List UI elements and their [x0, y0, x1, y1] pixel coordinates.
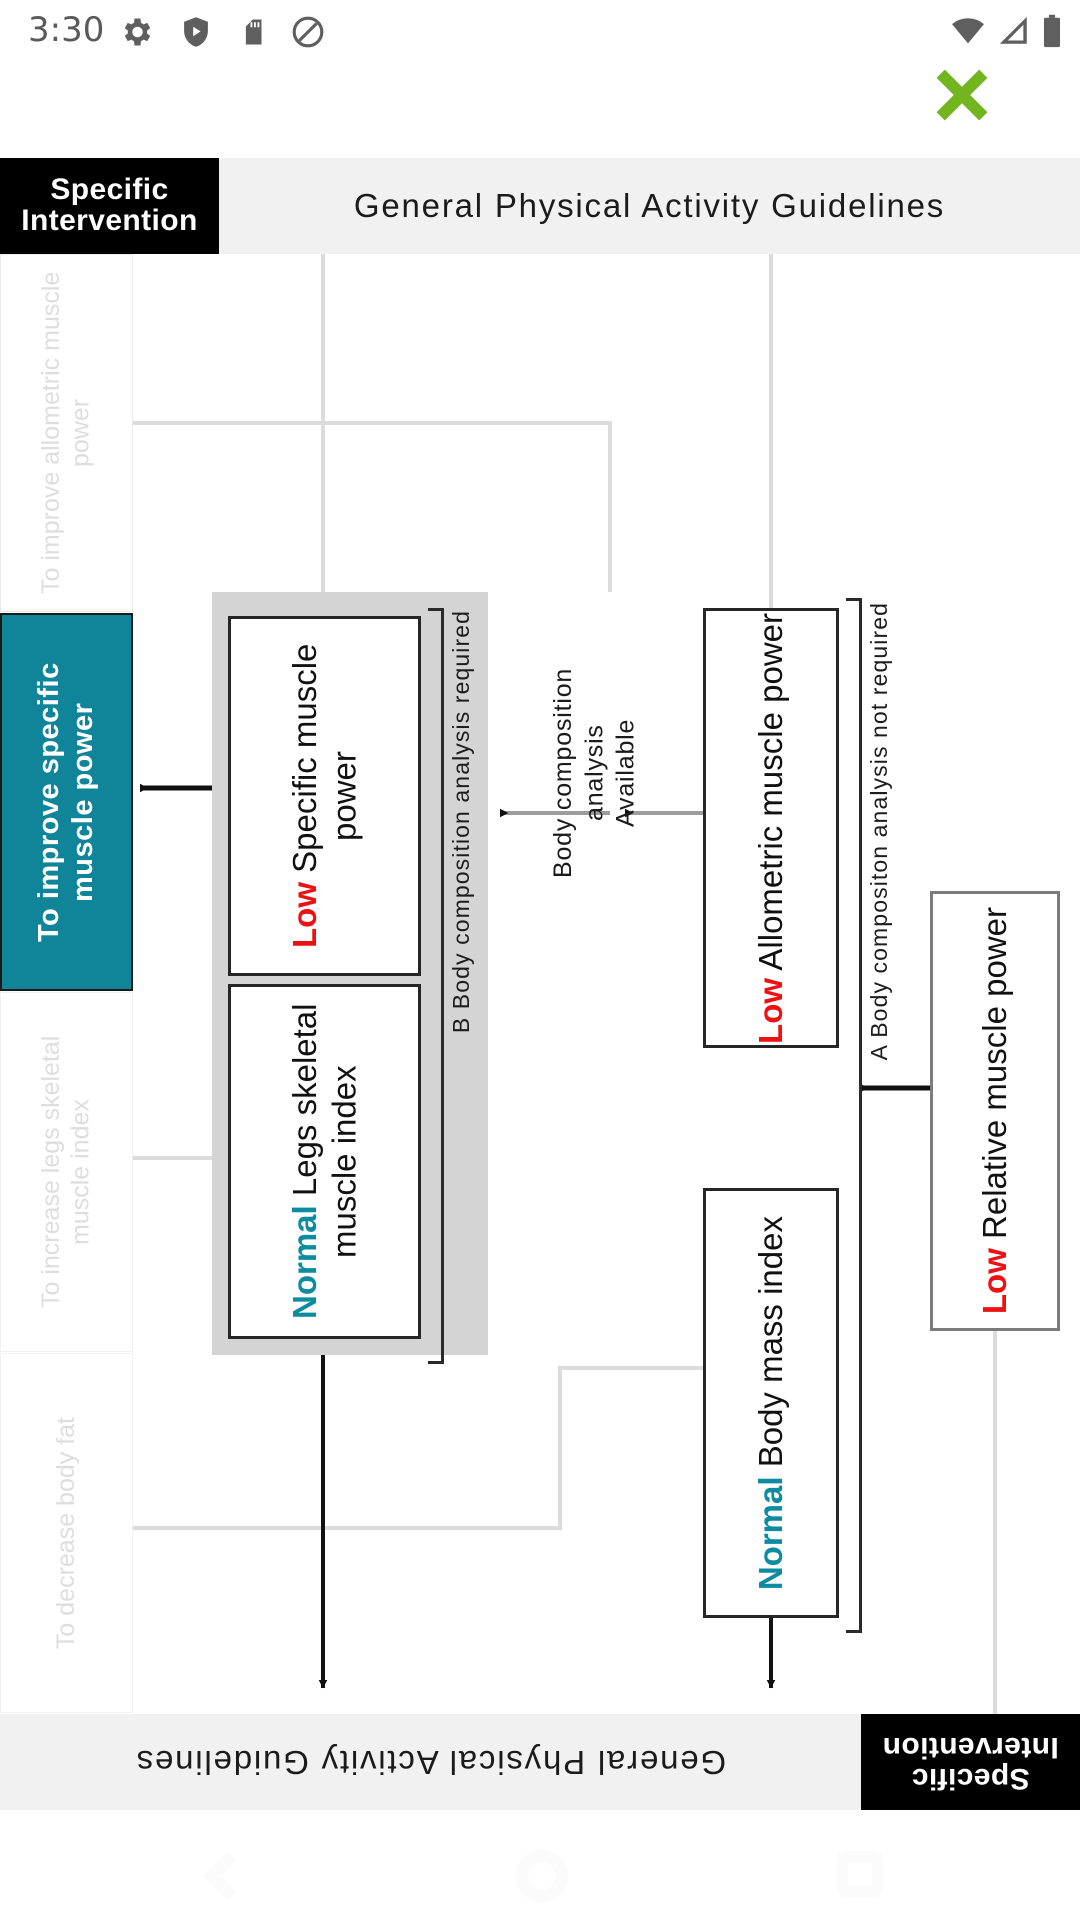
status-bar: 3:30: [0, 0, 1080, 62]
intervention-label: To increase legs skeletal muscle index: [37, 1035, 95, 1309]
connector-layer: [128, 230, 997, 1718]
header-label-line2: Intervention: [21, 204, 198, 237]
footer-specific-intervention-label: Specific Intervention: [861, 1714, 1080, 1810]
bracket-a: [846, 598, 862, 1633]
node-rest: Relative muscle power: [976, 907, 1014, 1249]
intervention-label: To improve allometric muscle power: [37, 271, 95, 595]
header-label-line1: Specific: [50, 173, 169, 207]
android-nav-bar: [0, 1812, 1080, 1920]
intervention-improve-allometric[interactable]: To improve allometric muscle power: [0, 254, 133, 612]
recents-button[interactable]: [832, 1846, 888, 1902]
node-keyword: Low: [976, 1248, 1014, 1315]
node-normal-body-mass-index[interactable]: Normal Body mass index: [703, 1188, 839, 1618]
footer-label-line1: Specific: [911, 1761, 1030, 1795]
node-keyword: Normal: [285, 1205, 323, 1320]
node-text: Normal Body mass index: [751, 1216, 791, 1590]
node-rest: Specific muscle power: [285, 643, 363, 883]
green-close-x-icon[interactable]: [929, 62, 995, 128]
node-rest: Allometric muscle power: [752, 612, 790, 978]
sd-card-icon: [245, 19, 262, 45]
diagram-sheet: Specific Intervention General Physical A…: [0, 158, 1080, 1812]
diagram-header: Specific Intervention General Physical A…: [0, 158, 1080, 254]
node-low-specific-muscle-power[interactable]: Low Specific muscle power: [228, 616, 421, 976]
node-keyword: Low: [752, 977, 790, 1044]
wire-to-intervention-allometric: [128, 418, 612, 592]
node-keyword: Low: [285, 882, 323, 949]
node-normal-legs-skeletal-muscle-index[interactable]: Normal Legs skeletal muscle index: [228, 984, 421, 1339]
node-rest: Body mass index: [752, 1215, 790, 1477]
header-specific-intervention-label: Specific Intervention: [0, 158, 219, 254]
status-clock: 3:30: [28, 10, 105, 50]
wire-to-intervention-body-fat: [128, 1366, 703, 1533]
node-low-relative-muscle-power[interactable]: Low Relative muscle power: [930, 891, 1060, 1331]
footer-title: General Physical Activity Guidelines: [134, 1744, 727, 1781]
intervention-improve-specific[interactable]: To improve specific muscle power: [0, 613, 133, 991]
bracket-b: [428, 608, 444, 1364]
do-not-disturb-icon: [292, 16, 324, 48]
footer-label-line2: Intervention: [882, 1731, 1059, 1764]
intervention-decrease-body-fat[interactable]: To decrease body fat: [0, 1353, 133, 1713]
gear-icon: [124, 18, 151, 46]
status-right-icons: [950, 14, 1062, 48]
signal-icon: [999, 16, 1027, 44]
edge-label-line1: Body composition analysis: [549, 667, 609, 879]
diagram-footer: Specific Intervention General Physical A…: [0, 1714, 1080, 1810]
node-text: Low Allometric muscle power: [751, 613, 791, 1044]
edge-label-body-composition-available: Body composition analysis Available: [548, 628, 642, 918]
intervention-increase-legs-smi[interactable]: To increase legs skeletal muscle index: [0, 992, 133, 1352]
intervention-label: To decrease body fat: [51, 1416, 80, 1650]
intervention-label: To improve specific muscle power: [33, 662, 100, 942]
edge-label-line2: Available: [611, 718, 640, 828]
node-keyword: Normal: [752, 1476, 790, 1591]
node-text: Low Specific muscle power: [285, 619, 364, 973]
node-text: Low Relative muscle power: [975, 907, 1015, 1314]
back-button[interactable]: [192, 1846, 252, 1906]
header-title: General Physical Activity Guidelines: [353, 187, 946, 224]
node-text: Normal Legs skeletal muscle index: [285, 987, 364, 1336]
bracket-b-label: B Body composition analysis required: [448, 610, 474, 1034]
node-low-allometric-muscle-power[interactable]: Low Allometric muscle power: [703, 608, 839, 1048]
home-button[interactable]: [512, 1846, 572, 1906]
intervention-rail: To improve allometric muscle power To im…: [0, 254, 133, 1714]
battery-icon: [1043, 14, 1061, 48]
bracket-a-label: A Body compositon analysis not required: [866, 602, 892, 1061]
play-protect-icon: [184, 17, 208, 47]
wifi-icon: [952, 18, 984, 44]
